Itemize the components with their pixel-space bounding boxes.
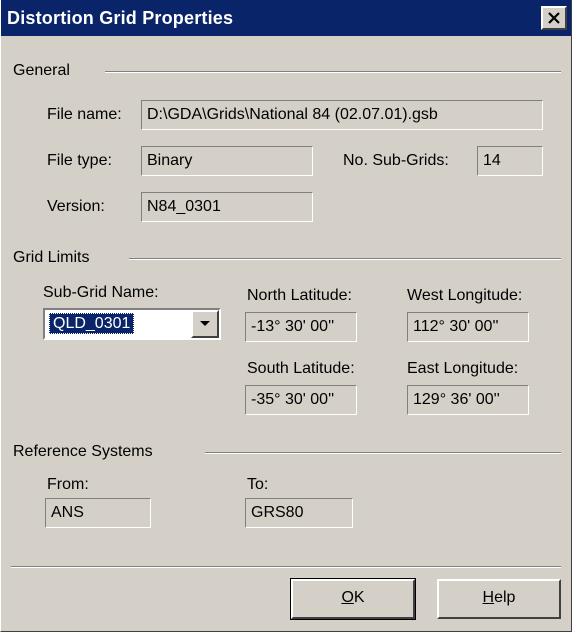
sub-grid-name-label: Sub-Grid Name: (43, 284, 159, 301)
south-latitude-label: South Latitude: (247, 360, 355, 377)
sub-grid-name-select[interactable]: QLD_0301 (43, 308, 221, 340)
file-type-field: Binary (141, 146, 313, 176)
general-group-label: General (13, 62, 70, 79)
ok-label-rest: K (353, 589, 365, 606)
help-label-rest: elp (494, 589, 516, 606)
help-button[interactable]: Help (437, 579, 561, 619)
west-longitude-field: 112° 30' 00'' (407, 312, 529, 342)
file-name-label: File name: (47, 106, 122, 123)
ok-button[interactable]: OK (290, 578, 416, 620)
from-field: ANS (45, 498, 151, 528)
chevron-down-icon (200, 321, 210, 326)
button-separator (11, 566, 561, 568)
version-field: N84_0301 (141, 192, 313, 222)
north-latitude-label: North Latitude: (247, 287, 352, 304)
from-label: From: (47, 476, 89, 493)
file-type-label: File type: (47, 152, 112, 169)
version-label: Version: (47, 198, 105, 215)
file-name-field: D:\GDA\Grids\National 84 (02.07.01).gsb (141, 100, 543, 130)
east-longitude-field: 129° 36' 00'' (407, 385, 529, 415)
west-longitude-label: West Longitude: (407, 287, 523, 304)
grid-limits-group-label: Grid Limits (13, 249, 90, 266)
general-group-line (105, 71, 561, 73)
grid-limits-group-line (129, 258, 561, 260)
title-bar[interactable]: Distortion Grid Properties (1, 0, 571, 36)
sub-grids-field: 14 (477, 146, 543, 176)
south-latitude-field: -35° 30' 00'' (245, 385, 357, 415)
sub-grids-label: No. Sub-Grids: (343, 152, 449, 169)
dialog-window: Distortion Grid Properties General File … (0, 0, 572, 632)
ok-mnemonic: O (341, 589, 354, 606)
to-field: GRS80 (245, 498, 353, 528)
north-latitude-field: -13° 30' 00'' (245, 312, 357, 342)
to-label: To: (247, 476, 269, 493)
close-icon (548, 12, 560, 24)
reference-systems-group-label: Reference Systems (13, 443, 153, 460)
sub-grid-name-value: QLD_0301 (49, 313, 135, 334)
close-button[interactable] (541, 6, 567, 30)
reference-systems-group-line (205, 452, 561, 454)
dropdown-button[interactable] (191, 310, 219, 338)
east-longitude-label: East Longitude: (407, 360, 519, 377)
help-mnemonic: H (482, 589, 495, 606)
window-title: Distortion Grid Properties (7, 8, 234, 28)
